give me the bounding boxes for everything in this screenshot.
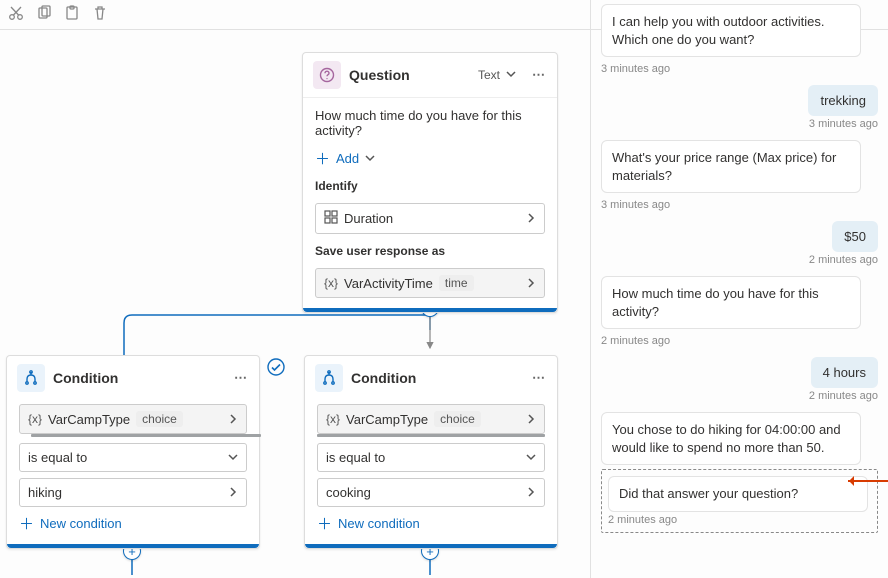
output-type[interactable]: Text: [478, 68, 516, 82]
check-icon: [267, 358, 285, 376]
type-pill: choice: [434, 411, 481, 427]
condition-node[interactable]: Condition ⋯ {x} VarCampType choice is eq…: [304, 355, 558, 549]
more-icon[interactable]: ⋯: [532, 370, 547, 386]
chevron-right-icon: [526, 211, 536, 226]
new-condition-button[interactable]: ＋New condition: [317, 513, 545, 534]
chevron-down-icon: [365, 151, 375, 166]
chevron-down-icon: [228, 450, 238, 465]
timestamp: 2 minutes ago: [809, 390, 878, 402]
chevron-down-icon: [506, 68, 516, 82]
paste-icon[interactable]: [64, 5, 80, 24]
bot-message: How much time do you have for this activ…: [601, 276, 861, 329]
more-icon[interactable]: ⋯: [532, 67, 547, 83]
timestamp: 2 minutes ago: [601, 335, 878, 347]
chevron-right-icon: [526, 412, 536, 427]
chevron-right-icon: [526, 276, 536, 291]
identify-label: Identify: [315, 179, 545, 193]
type-pill: choice: [136, 411, 183, 427]
authoring-canvas[interactable]: + + + Question Text ⋯ How much time do y…: [0, 30, 590, 578]
user-message: $50: [832, 221, 878, 252]
timestamp: 3 minutes ago: [601, 199, 878, 211]
timestamp: 3 minutes ago: [601, 63, 878, 75]
bot-message: Did that answer your question?: [608, 476, 868, 512]
more-icon[interactable]: ⋯: [234, 370, 249, 386]
save-variable-field[interactable]: {x} VarActivityTime time: [315, 268, 545, 298]
variable-icon: {x}: [326, 412, 340, 426]
question-prompt: How much time do you have for this activ…: [315, 108, 545, 138]
add-button[interactable]: ＋Add: [315, 148, 545, 169]
operator-field[interactable]: is equal to: [19, 443, 247, 472]
bot-message: What's your price range (Max price) for …: [601, 140, 861, 193]
entity-icon: [324, 210, 338, 227]
chevron-right-icon: [526, 485, 536, 500]
branch-icon: [17, 364, 45, 392]
timestamp: 3 minutes ago: [809, 118, 878, 130]
followup-group: Did that answer your question? 2 minutes…: [601, 469, 878, 533]
variable-field[interactable]: {x} VarCampType choice: [317, 404, 545, 434]
variable-icon: {x}: [28, 412, 42, 426]
value-field[interactable]: cooking: [317, 478, 545, 507]
chevron-right-icon: [228, 412, 238, 427]
copy-icon[interactable]: [36, 5, 52, 24]
chat-panel: I can help you with outdoor activities. …: [590, 0, 888, 578]
timestamp: 2 minutes ago: [608, 514, 871, 526]
variable-icon: {x}: [324, 276, 338, 290]
chevron-down-icon: [526, 450, 536, 465]
operator-field[interactable]: is equal to: [317, 443, 545, 472]
node-title: Question: [349, 67, 470, 83]
question-node[interactable]: Question Text ⋯ How much time do you hav…: [302, 52, 558, 313]
delete-icon[interactable]: [92, 5, 108, 24]
question-icon: [313, 61, 341, 89]
bot-message: You chose to do hiking for 04:00:00 and …: [601, 412, 861, 465]
value-field[interactable]: hiking: [19, 478, 247, 507]
timestamp: 2 minutes ago: [809, 254, 878, 266]
annotation-arrow: [848, 480, 888, 482]
user-message: 4 hours: [811, 357, 878, 388]
condition-node[interactable]: Condition ⋯ {x} VarCampType choice is eq…: [6, 355, 260, 549]
identify-field[interactable]: Duration: [315, 203, 545, 234]
cut-icon[interactable]: [8, 5, 24, 24]
type-pill: time: [439, 275, 474, 291]
node-title: Condition: [53, 370, 226, 386]
chevron-right-icon: [228, 485, 238, 500]
branch-icon: [315, 364, 343, 392]
variable-field[interactable]: {x} VarCampType choice: [19, 404, 247, 434]
save-label: Save user response as: [315, 244, 545, 258]
new-condition-button[interactable]: ＋New condition: [19, 513, 247, 534]
bot-message: I can help you with outdoor activities. …: [601, 4, 861, 57]
user-message: trekking: [808, 85, 878, 116]
node-title: Condition: [351, 370, 524, 386]
